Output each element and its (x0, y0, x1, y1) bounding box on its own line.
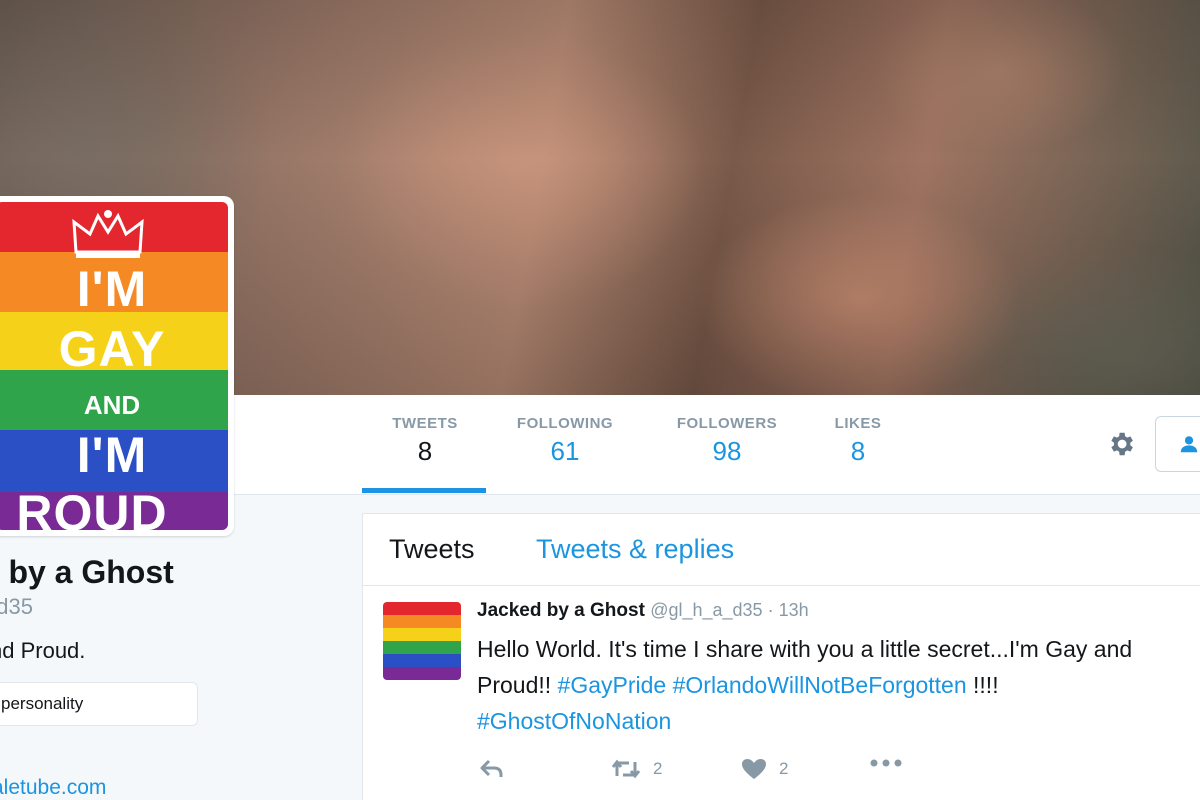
crown-icon (72, 210, 144, 258)
tweet-timestamp[interactable]: 13h (779, 600, 809, 620)
tweet-text-exclaim: !!!! (966, 672, 999, 698)
follow-button[interactable] (1155, 416, 1200, 472)
tweet-actions: 2 2 (477, 758, 997, 788)
retweet-button[interactable]: 2 (611, 758, 662, 780)
stat-likes-value: 8 (850, 436, 866, 466)
tweet-avatar-stripe (383, 602, 461, 615)
tweet-text-line-1: Hello World. It's time I share with you … (477, 636, 1133, 662)
tab-tweets[interactable]: Tweets (389, 534, 475, 565)
tweet-text: Hello World. It's time I share with you … (477, 631, 1200, 739)
stat-likes-label: LIKES (834, 415, 882, 432)
profile-field-box: personality (0, 682, 198, 726)
timeline-panel: Tweets Tweets & replies Jacked by a Ghos… (362, 513, 1200, 800)
tab-tweets-and-replies[interactable]: Tweets & replies (536, 534, 734, 565)
flag-line-5: ROUD (16, 485, 168, 530)
stat-following-label: FOLLOWING (516, 415, 614, 432)
hashtag-link[interactable]: #GayPride (558, 672, 667, 698)
tweet-avatar[interactable] (383, 602, 461, 680)
flag-line-4: I'M (76, 427, 148, 483)
heart-icon (742, 759, 766, 779)
stat-likes[interactable]: LIKES 8 (828, 415, 888, 467)
tweet-avatar-stripe (383, 667, 461, 680)
hashtag-link[interactable]: #GhostOfNoNation (477, 708, 671, 734)
reply-icon (480, 759, 503, 777)
timeline-tabs: Tweets Tweets & replies (363, 514, 1200, 586)
stat-followers-value: 98 (712, 436, 742, 466)
more-button[interactable] (869, 758, 903, 768)
more-icon (870, 759, 902, 767)
flag-line-3: AND (83, 390, 141, 420)
flag-line-2: GAY (58, 321, 166, 377)
tweet-avatar-stripe (383, 628, 461, 641)
retweet-icon (611, 759, 641, 779)
retweet-count: 2 (653, 759, 663, 778)
profile-display-name: d by a Ghost (0, 554, 174, 590)
tweet-text-line-2: Proud!! (477, 672, 558, 698)
stat-tweets-value: 8 (417, 436, 433, 466)
reply-button[interactable] (479, 758, 505, 780)
tweet-avatar-stripe (383, 615, 461, 628)
tweet-separator: · (762, 600, 779, 620)
tweet-author-handle[interactable]: @gl_h_a_d35 (650, 600, 762, 620)
profile-bio: nd Proud. (0, 638, 86, 663)
tweet-author-name[interactable]: Jacked by a Ghost (477, 600, 645, 621)
tweet-avatar-stripe (383, 654, 461, 667)
settings-button[interactable] (1102, 425, 1140, 463)
stat-following[interactable]: FOLLOWING 61 (508, 415, 622, 467)
active-tab-underline (362, 488, 486, 493)
stat-following-value: 61 (550, 436, 580, 466)
hashtag-link[interactable]: #OrlandoWillNotBeForgotten (673, 672, 967, 698)
like-button[interactable]: 2 (741, 758, 788, 780)
stat-tweets-label: TWEETS (392, 415, 458, 432)
like-count: 2 (779, 759, 789, 778)
tweet-avatar-stripe (383, 641, 461, 654)
tweet-header: Jacked by a Ghost @gl_h_a_d35 · 13h (477, 600, 809, 622)
profile-handle: _d35 (0, 594, 33, 619)
stat-followers[interactable]: FOLLOWERS 98 (668, 415, 786, 467)
pride-flag-image: I'M GAY AND I'M ROUD (0, 202, 228, 530)
stat-followers-label: FOLLOWERS (676, 415, 778, 432)
stat-tweets[interactable]: TWEETS 8 (384, 415, 466, 467)
profile-avatar[interactable]: I'M GAY AND I'M ROUD (0, 196, 234, 536)
flag-line-1: I'M (76, 261, 148, 317)
person-icon (1180, 436, 1198, 453)
profile-website-link[interactable]: aletube.com (0, 776, 106, 800)
gear-icon (1111, 432, 1133, 456)
